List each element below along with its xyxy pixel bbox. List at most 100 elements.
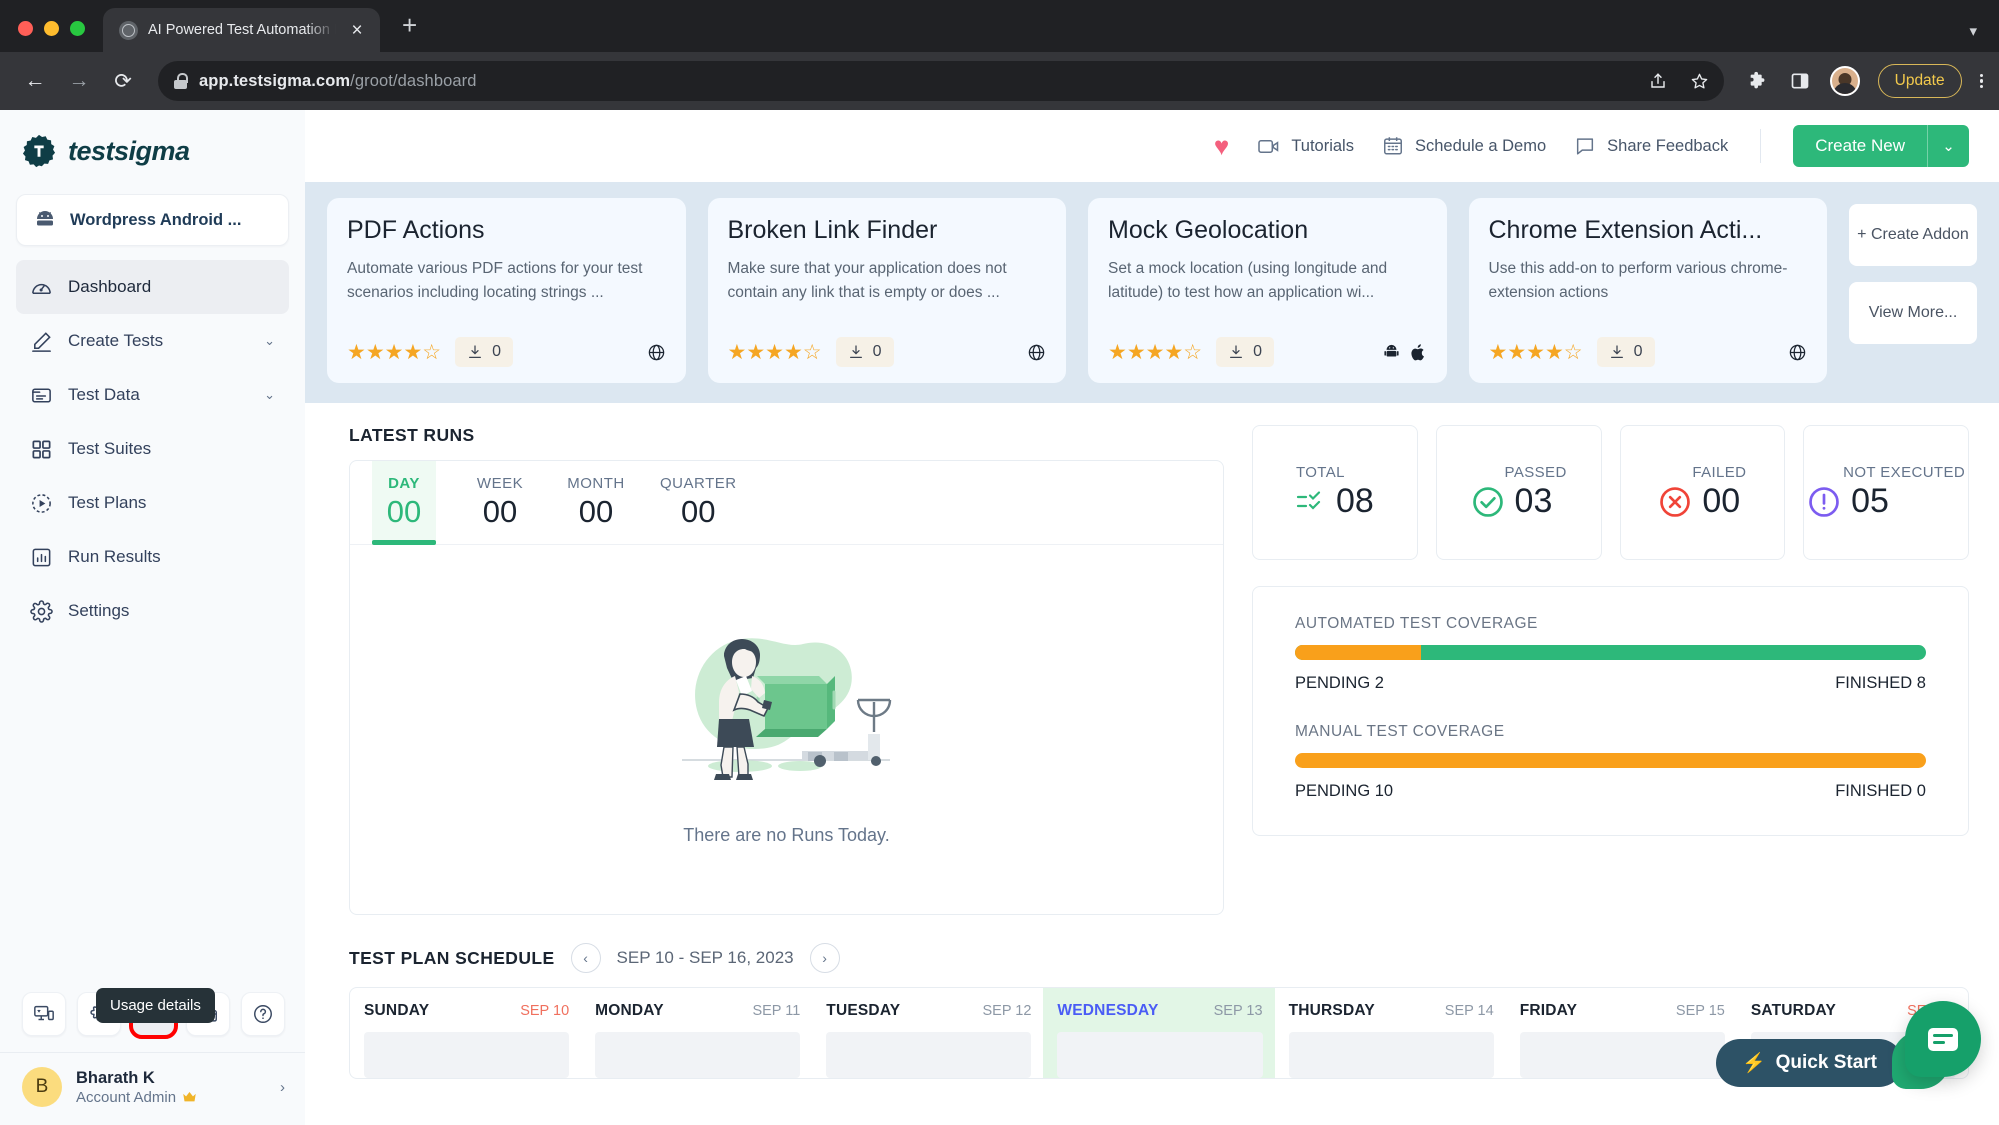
maximize-window-button[interactable] <box>70 21 85 36</box>
url-text: app.testsigma.com/groot/dashboard <box>199 72 477 91</box>
video-icon <box>1257 137 1280 156</box>
bookmark-star-icon[interactable] <box>1688 69 1712 93</box>
chevron-down-icon[interactable]: ⌄ <box>264 333 275 349</box>
calendar-day-slot[interactable] <box>1057 1032 1263 1078</box>
stat-card-failed[interactable]: FAILED 00 <box>1619 425 1786 560</box>
calendar-day-slot[interactable] <box>826 1032 1032 1078</box>
download-count-chip[interactable]: 0 <box>1596 337 1655 367</box>
calendar-column-thursday[interactable]: THURSDAY SEP 14 <box>1275 988 1506 1078</box>
stat-card-not-executed[interactable]: NOT EXECUTED 05 <box>1803 425 1969 560</box>
create-new-button[interactable]: Create New <box>1793 125 1927 167</box>
addon-title: Broken Link Finder <box>727 216 938 244</box>
help-icon[interactable] <box>241 992 285 1036</box>
schedule-date-range: SEP 10 - SEP 16, 2023 <box>616 948 794 967</box>
browser-tab[interactable]: AI Powered Test Automation Pl × <box>103 8 380 52</box>
close-window-button[interactable] <box>18 21 33 36</box>
quick-start-label: Quick Start <box>1775 1052 1877 1073</box>
chevron-down-icon[interactable]: ⌄ <box>264 387 275 403</box>
calendar-column-sunday[interactable]: SUNDAY SEP 10 <box>350 988 581 1078</box>
calendar-column-wednesday[interactable]: WEDNESDAY SEP 13 <box>1043 988 1275 1078</box>
prev-week-button[interactable]: ‹ <box>570 943 601 973</box>
share-feedback-link[interactable]: Share Feedback <box>1574 135 1728 157</box>
addon-description: Automate various PDF actions for your te… <box>347 260 643 302</box>
addon-card[interactable]: Mock Geolocation Set a mock location (us… <box>1088 198 1447 383</box>
sidebar-item-run-results[interactable]: Run Results <box>16 530 289 584</box>
browser-window: AI Powered Test Automation Pl × + ▾ ← → … <box>0 0 1999 1125</box>
sidebar-item-dashboard[interactable]: Dashboard <box>16 260 289 314</box>
play-circle-icon <box>30 492 53 515</box>
project-selector[interactable]: Wordpress Android ... <box>16 194 289 246</box>
reload-button[interactable]: ⟳ <box>104 62 142 100</box>
addon-card[interactable]: PDF Actions Automate various PDF actions… <box>327 198 686 383</box>
addon-platforms <box>647 343 666 362</box>
chrome-menu-icon[interactable] <box>1979 73 1983 89</box>
chat-bubble-icon <box>1574 135 1596 157</box>
sidebar-item-create-tests[interactable]: Create Tests ⌄ <box>16 314 289 368</box>
addon-title: PDF Actions <box>347 216 485 244</box>
brand-logo[interactable]: testsigma <box>0 110 305 186</box>
latest-runs-card: DAY 00 WEEK 00 MONTH 00 QUARTER 00 There… <box>349 460 1224 915</box>
stat-value: 05 <box>1851 482 1889 521</box>
calendar-day-slot[interactable] <box>595 1032 801 1078</box>
forward-button[interactable]: → <box>60 62 98 100</box>
chat-icon <box>1928 1027 1958 1051</box>
tab-value: 00 <box>681 494 716 529</box>
addon-card[interactable]: Broken Link Finder Make sure that your a… <box>707 198 1066 383</box>
heart-icon[interactable]: ♥ <box>1214 131 1229 162</box>
avatar[interactable] <box>1829 66 1860 96</box>
chevron-right-icon[interactable]: › <box>280 1079 285 1096</box>
tab-week[interactable]: WEEK 00 <box>468 461 532 544</box>
url-path: /groot/dashboard <box>350 71 477 90</box>
test-coverage-card: AUTOMATED TEST COVERAGE PENDING 2 FINISH… <box>1252 586 1969 836</box>
stat-value: 03 <box>1514 482 1553 521</box>
sidebar-item-test-suites[interactable]: Test Suites <box>16 422 289 476</box>
schedule-demo-link[interactable]: Schedule a Demo <box>1382 135 1546 157</box>
back-button[interactable]: ← <box>16 62 54 100</box>
addon-card[interactable]: Chrome Extension Acti... Use this add-on… <box>1468 198 1827 383</box>
new-tab-button[interactable]: + <box>402 12 417 38</box>
update-button[interactable]: Update <box>1877 64 1962 98</box>
share-icon[interactable] <box>1646 69 1670 93</box>
pencil-icon <box>30 330 53 353</box>
tab-month[interactable]: MONTH 00 <box>564 461 628 544</box>
next-week-button[interactable]: › <box>809 943 840 973</box>
sidebar-item-test-plans[interactable]: Test Plans <box>16 476 289 530</box>
tutorials-label: Tutorials <box>1291 136 1354 155</box>
download-count-chip[interactable]: 0 <box>455 337 514 367</box>
download-count-chip[interactable]: 0 <box>835 337 894 367</box>
calendar-day-slot[interactable] <box>1288 1032 1494 1078</box>
tutorials-link[interactable]: Tutorials <box>1257 137 1354 156</box>
tab-quarter[interactable]: QUARTER 00 <box>660 461 737 544</box>
address-bar[interactable]: app.testsigma.com/groot/dashboard <box>158 61 1724 101</box>
stat-card-total[interactable]: TOTAL 08 <box>1252 425 1418 560</box>
chevron-down-icon[interactable]: ▾ <box>1969 22 1977 40</box>
calendar-day-slot[interactable] <box>364 1032 570 1078</box>
calendar-column-monday[interactable]: MONDAY SEP 11 <box>581 988 812 1078</box>
project-name: Wordpress Android ... <box>70 210 242 229</box>
chat-widget-button[interactable] <box>1905 1001 1981 1077</box>
chevron-down-icon[interactable]: ⌄ <box>1927 125 1969 167</box>
view-more-button[interactable]: View More... <box>1849 282 1977 344</box>
sidebar-item-test-data[interactable]: Test Data ⌄ <box>16 368 289 422</box>
close-icon[interactable]: × <box>346 21 368 40</box>
speedometer-icon <box>30 276 53 299</box>
create-addon-button[interactable]: + Create Addon <box>1849 204 1977 266</box>
extensions-puzzle-icon[interactable] <box>1746 69 1770 93</box>
calendar-column-tuesday[interactable]: TUESDAY SEP 12 <box>812 988 1043 1078</box>
sidebar-item-settings[interactable]: Settings <box>16 584 289 638</box>
tab-day[interactable]: DAY 00 <box>372 461 436 545</box>
share-feedback-label: Share Feedback <box>1607 136 1729 155</box>
stat-card-passed[interactable]: PASSED 03 <box>1435 425 1602 560</box>
calendar-day-slot[interactable] <box>1519 1032 1725 1078</box>
side-panel-icon[interactable] <box>1788 69 1812 93</box>
coverage-pending-label: PENDING 2 <box>1295 674 1384 692</box>
minimize-window-button[interactable] <box>44 21 59 36</box>
user-profile-row[interactable]: B Bharath K Account Admin › <box>0 1052 305 1125</box>
calendar-column-friday[interactable]: FRIDAY SEP 15 <box>1506 988 1737 1078</box>
lock-icon <box>174 73 189 89</box>
addon-platforms <box>1027 343 1046 362</box>
devices-icon[interactable] <box>22 992 66 1036</box>
download-count-chip[interactable]: 0 <box>1216 337 1275 367</box>
quick-start-button[interactable]: ⚡ Quick Start <box>1715 1039 1903 1087</box>
